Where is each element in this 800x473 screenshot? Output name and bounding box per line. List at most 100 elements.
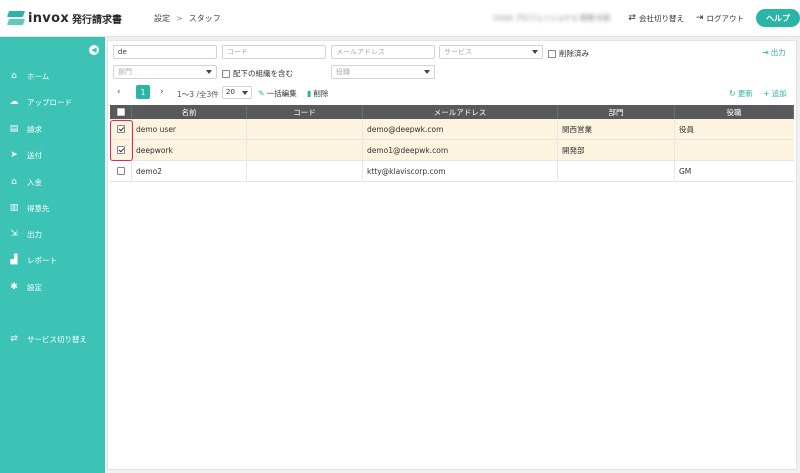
collapse-sidebar-icon[interactable]: ◀ xyxy=(89,45,99,55)
cell-role: GM xyxy=(679,166,692,176)
refresh-label: 更新 xyxy=(737,89,753,98)
cell-role xyxy=(675,140,794,160)
add-label: 追加 xyxy=(771,89,787,98)
table-row[interactable]: deepwork demo1@deepwk.com 開発部 xyxy=(110,140,794,161)
sidebar-item-label: サービス切り替え xyxy=(27,334,87,344)
cell-code xyxy=(247,140,363,160)
logout-link[interactable]: ⇥ ログアウト xyxy=(696,13,744,24)
sidebar-item-upload[interactable]: ☁ アップロード xyxy=(0,93,105,111)
switch-icon: ⇄ xyxy=(628,13,636,23)
email-search-input[interactable]: メールアドレス xyxy=(331,45,435,59)
sidebar-item-send[interactable]: ➤ 送付 xyxy=(0,146,105,164)
sidebar-item-label: レポート xyxy=(27,255,57,265)
sidebar-item-customers[interactable]: ▥ 得意先 xyxy=(0,199,105,217)
sidebar-item-label: ホーム xyxy=(27,71,50,81)
home-icon: ⌂ xyxy=(11,71,17,81)
switch-company-link[interactable]: ⇄ 会社切り替え xyxy=(628,13,684,24)
column-header-role[interactable]: 役職 xyxy=(675,105,794,119)
table-header: 名前 コード メールアドレス 部門 役職 xyxy=(110,105,794,119)
per-page-select[interactable]: 20 xyxy=(222,86,252,99)
cell-department: 関西営業 xyxy=(558,119,675,139)
include-sub-checkbox[interactable] xyxy=(222,69,230,78)
include-sub-filter[interactable]: 配下の組織を含む xyxy=(222,68,293,79)
add-button[interactable]: + 追加 xyxy=(763,88,787,99)
sidebar-item-payment[interactable]: ⌂ 入金 xyxy=(0,173,105,191)
refresh-button[interactable]: ↻ 更新 xyxy=(729,88,753,99)
prev-page-icon[interactable]: ‹ xyxy=(117,87,121,97)
bank-icon: ⌂ xyxy=(11,177,17,187)
export-icon: ⇲ xyxy=(10,229,18,239)
logo-mark-icon xyxy=(6,11,26,25)
paper-plane-icon: ➤ xyxy=(10,150,18,160)
sidebar-item-label: 得意先 xyxy=(27,203,50,213)
cell-code xyxy=(247,119,363,139)
sidebar-item-export[interactable]: ⇲ 出力 xyxy=(0,225,105,243)
column-header-email[interactable]: メールアドレス xyxy=(363,105,558,119)
logout-icon: ⇥ xyxy=(695,13,704,23)
deleted-filter[interactable]: 削除済み xyxy=(548,48,589,59)
sidebar-item-service-switch[interactable]: ⇄ サービス切り替え xyxy=(0,330,105,348)
current-page-button[interactable]: 1 xyxy=(136,85,150,99)
trash-icon: ▮ xyxy=(307,89,312,98)
column-header-department[interactable]: 部門 xyxy=(558,105,675,119)
name-search-input[interactable]: de xyxy=(113,45,217,59)
sidebar-item-label: 請求 xyxy=(27,124,42,134)
app-logo[interactable]: invox 発行請求書 xyxy=(6,10,148,26)
include-sub-label: 配下の組織を含む xyxy=(233,69,293,78)
plus-icon: + xyxy=(763,89,770,98)
refresh-icon: ↻ xyxy=(729,89,736,98)
column-header-code[interactable]: コード xyxy=(247,105,363,119)
logo-text: invox xyxy=(28,10,70,26)
code-search-input[interactable]: コード xyxy=(222,45,326,59)
deleted-checkbox[interactable] xyxy=(548,49,556,58)
sidebar-item-billing[interactable]: ▤ 請求 xyxy=(0,120,105,138)
select-all-checkbox[interactable] xyxy=(116,108,125,116)
cell-email: ktty@klaviscorp.com xyxy=(363,161,558,181)
cell-email: demo@deepwk.com xyxy=(363,119,558,139)
breadcrumb-separator: > xyxy=(176,13,183,23)
switch-icon: ⇄ xyxy=(10,334,18,344)
breadcrumb: 設定 > スタッフ xyxy=(154,13,221,24)
cell-email: demo1@deepwk.com xyxy=(363,140,558,160)
chevron-down-icon xyxy=(206,70,212,74)
chevron-down-icon xyxy=(424,70,430,74)
logo-subtitle: 発行請求書 xyxy=(72,14,123,26)
sidebar-item-label: 入金 xyxy=(27,177,42,187)
sidebar-item-home[interactable]: ⌂ ホーム xyxy=(0,67,105,85)
staff-table: 名前 コード メールアドレス 部門 役職 demo user demo@deep… xyxy=(110,105,794,182)
export-button[interactable]: ⇥ 出力 xyxy=(762,47,786,58)
breadcrumb-settings[interactable]: 設定 xyxy=(154,13,170,24)
select-all-cell xyxy=(110,105,132,119)
cell-code xyxy=(247,161,363,181)
document-icon: ▤ xyxy=(9,124,19,134)
next-page-icon[interactable]: › xyxy=(160,87,164,97)
export-icon: ⇥ xyxy=(762,48,769,57)
sidebar-item-label: 出力 xyxy=(27,229,42,239)
department-select[interactable]: 部門 xyxy=(113,65,217,79)
cell-role: 役員 xyxy=(679,124,694,134)
sidebar-item-report[interactable]: ▟ レポート xyxy=(0,251,105,269)
help-button[interactable]: ヘルプ xyxy=(756,9,800,27)
edit-icon: ✎ xyxy=(258,89,265,98)
gear-icon: ✱ xyxy=(10,282,18,292)
column-header-name[interactable]: 名前 xyxy=(132,105,247,119)
sidebar-item-settings[interactable]: ✱ 設定 xyxy=(0,278,105,296)
breadcrumb-staff: スタッフ xyxy=(188,13,221,23)
chevron-down-icon xyxy=(242,91,248,95)
table-row[interactable]: demo user demo@deepwk.com 関西営業 役員 xyxy=(110,119,794,140)
delete-button[interactable]: ▮ 削除 xyxy=(307,88,328,99)
export-label: 出力 xyxy=(770,48,786,57)
account-name: invox プロフェッショナル 新規 社長 xyxy=(493,14,611,22)
row-checkbox[interactable] xyxy=(116,167,125,175)
per-page-value: 20 xyxy=(226,88,235,96)
bulk-edit-button[interactable]: ✎ 一括編集 xyxy=(258,88,297,99)
table-row[interactable]: demo2 ktty@klaviscorp.com GM xyxy=(110,161,794,182)
department-select-label: 部門 xyxy=(118,68,132,76)
result-range: 1〜3 /全3件 xyxy=(177,90,219,99)
cell-name: deepwork xyxy=(132,140,247,160)
role-select[interactable]: 役職 xyxy=(331,65,435,79)
logout-label: ログアウト xyxy=(706,13,745,23)
cell-department xyxy=(558,161,675,181)
bulk-edit-label: 一括編集 xyxy=(266,89,297,98)
service-select[interactable]: サービス xyxy=(439,45,543,59)
